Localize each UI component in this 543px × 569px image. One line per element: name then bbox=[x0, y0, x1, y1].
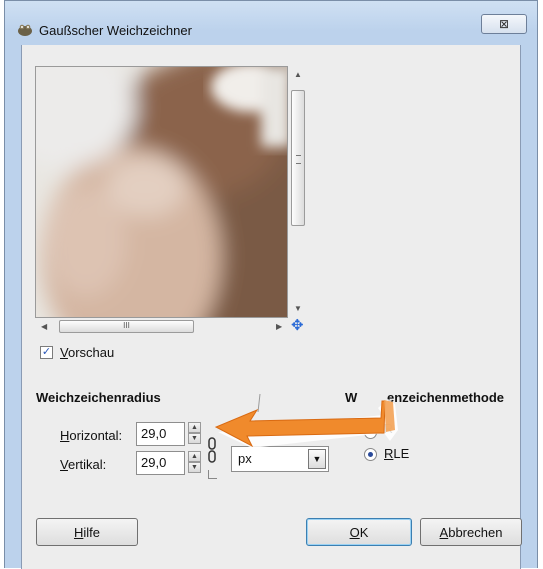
ok-button-label: OK bbox=[349, 524, 369, 540]
help-button[interactable]: Hilfe bbox=[36, 518, 138, 546]
ok-button[interactable]: OK bbox=[306, 518, 412, 546]
help-button-label: Hilfe bbox=[73, 524, 100, 540]
cancel-button[interactable]: Abbrechen bbox=[420, 518, 522, 546]
cancel-button-label: Abbrechen bbox=[439, 524, 503, 540]
annotation-arrow-icon bbox=[214, 393, 398, 448]
